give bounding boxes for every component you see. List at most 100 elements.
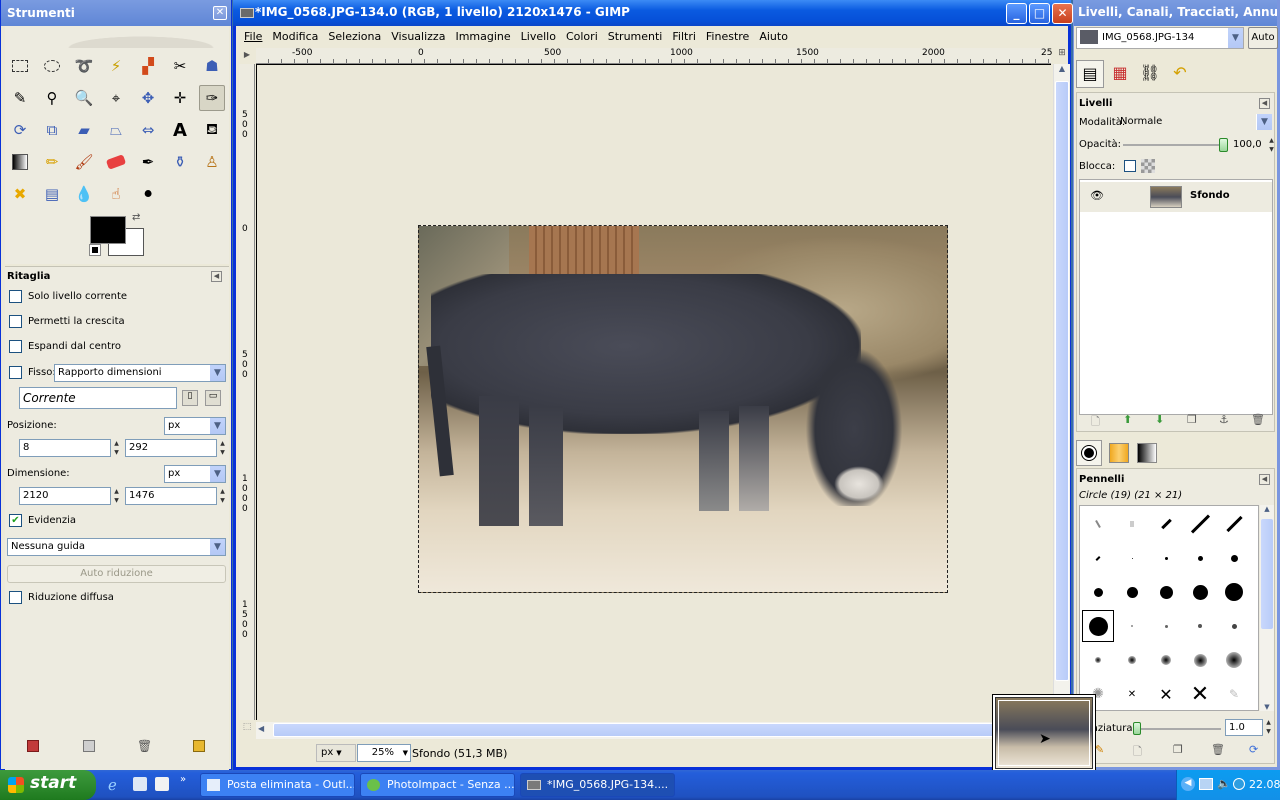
swap-colors-icon[interactable]: ⇄ [132,212,140,223]
start-button[interactable]: start [0,770,96,800]
opt-shrink-merged-checkbox[interactable] [9,590,22,604]
menu-visualizza[interactable]: Visualizza [386,26,450,43]
brush-item[interactable] [1150,508,1182,540]
scale-icon[interactable]: ⧉ [39,117,65,143]
brush-item[interactable]: ✕ [1116,678,1148,710]
tab-patterns[interactable] [1106,440,1132,466]
explorer-quicklaunch-icon[interactable] [133,777,147,791]
text-icon[interactable]: A [167,117,193,143]
new-layer-icon[interactable]: 🗋 [1091,413,1100,432]
delete-options-icon[interactable]: 🗑 [137,739,152,753]
perspective-clone-icon[interactable]: ▤ [39,181,65,207]
brush-item[interactable] [1218,610,1250,642]
brush-item-selected[interactable] [1082,610,1114,642]
scroll-left-icon[interactable]: ◀ [258,724,264,733]
eye-icon[interactable]: 👁 [1090,189,1104,202]
lock-alpha-icon[interactable] [1141,159,1155,173]
position-unit-select[interactable]: px ▼ [164,417,226,435]
vertical-scroll-thumb[interactable] [1055,81,1069,681]
opt-allow-growing[interactable]: Permetti la crescita [9,314,125,330]
guides-select[interactable]: Nessuna guida ▼ [7,538,226,556]
vertical-scrollbar[interactable]: ▲ [1053,64,1070,720]
brush-item[interactable] [1218,508,1250,540]
task-photoimpact[interactable]: PhotoImpact - Senza ... [360,773,515,797]
horizontal-scrollbar[interactable]: ◀ [256,722,1051,739]
menu-seleziona[interactable]: Seleziona [323,26,386,43]
brush-item[interactable] [1082,644,1114,676]
tab-layers[interactable]: ▤ [1076,60,1104,88]
delete-layer-icon[interactable]: 🗑 [1251,413,1265,426]
layers-titlebar[interactable]: Livelli, Canali, Tracciati, Annulla ... [1074,0,1277,26]
navigate-corner-icon[interactable]: ⊞ [1054,48,1070,64]
new-brush-icon[interactable]: 🗋 [1133,743,1142,762]
restore-options-icon[interactable] [83,740,95,752]
paintbrush-icon[interactable]: 🖌 [71,149,97,175]
save-options-icon[interactable] [27,740,39,752]
mode-select[interactable]: Normale ▼ [1117,114,1272,132]
opacity-slider-track[interactable] [1123,144,1221,146]
smudge-icon[interactable]: ☝ [103,181,129,207]
portrait-icon[interactable]: ▯ [182,390,198,406]
lower-layer-icon[interactable]: ⬇ [1155,413,1164,426]
scroll-up-icon[interactable]: ▲ [1054,64,1070,81]
volume-icon[interactable]: 🔈 [1217,777,1231,790]
menu-immagine[interactable]: Immagine [450,26,515,43]
menu-colori[interactable]: Colori [561,26,603,43]
brush-item[interactable] [1116,508,1148,540]
landscape-icon[interactable]: ▭ [205,390,221,406]
menu-filtri[interactable]: Filtri [667,26,701,43]
menu-aiuto[interactable]: Aiuto [754,26,793,43]
unit-select[interactable]: px ▼ [316,744,356,762]
measure-icon[interactable]: ⌖ [103,85,129,111]
brush-item[interactable] [1116,644,1148,676]
align-icon[interactable]: ✛ [167,85,193,111]
rotate-icon[interactable]: ⟳ [7,117,33,143]
brush-item[interactable] [1082,508,1114,540]
opt-current-layer[interactable]: Solo livello corrente [9,289,127,305]
spacing-spinner[interactable]: ▲ ▼ [1264,718,1273,736]
move-icon[interactable]: ✥ [135,85,161,111]
duplicate-layer-icon[interactable]: ❐ [1187,413,1197,426]
opt-highlight[interactable]: ✔ Evidenzia [9,513,76,529]
brush-item[interactable] [1184,508,1216,540]
ellipse-select-icon[interactable] [39,53,65,79]
ie-quicklaunch-icon[interactable]: ℯ [108,776,117,794]
scroll-down-icon[interactable]: ▼ [1260,703,1274,711]
brush-item[interactable] [1082,542,1114,574]
lock-pixels-checkbox[interactable] [1124,160,1136,172]
fuzzy-select-icon[interactable]: ⚡ [103,53,129,79]
fixed-mode-select[interactable]: Rapporto dimensioni ▼ [54,364,226,382]
brush-item[interactable] [1184,644,1216,676]
brush-item[interactable] [1184,542,1216,574]
brush-item[interactable] [1116,610,1148,642]
spacing-slider-track[interactable] [1133,728,1221,730]
size-w-spinner[interactable]: ▲ ▼ [112,487,121,505]
rect-select-icon[interactable] [7,53,33,79]
shear-icon[interactable]: ▰ [71,117,97,143]
image-select[interactable]: IMG_0568.JPG-134 ▼ [1076,27,1244,49]
raise-layer-icon[interactable]: ⬆ [1123,413,1132,426]
auto-button[interactable]: Auto [1248,27,1278,49]
opt-expand-center[interactable]: Espandi dal centro [9,339,121,355]
spacing-slider-handle[interactable] [1133,722,1141,735]
opacity-slider-handle[interactable] [1219,138,1228,152]
menu-strumenti[interactable]: Strumenti [603,26,668,43]
ink-icon[interactable]: ⚱ [167,149,193,175]
brush-item[interactable]: ✎ [1218,678,1250,710]
opt-fixed-checkbox[interactable] [9,365,22,379]
task-outlook[interactable]: Posta eliminata - Outl... [200,773,355,797]
blur-icon[interactable]: 💧 [71,181,97,207]
brush-item[interactable]: ✕ [1184,678,1216,710]
tab-brushes[interactable] [1076,440,1102,466]
opacity-value[interactable]: 100,0 [1233,137,1262,153]
brush-item[interactable] [1116,542,1148,574]
tab-paths[interactable]: ⛓ [1136,60,1164,88]
paths-icon[interactable]: ✎ [7,85,33,111]
aspect-current-field[interactable]: Corrente [19,387,177,409]
heal-icon[interactable]: ✖ [7,181,33,207]
zoom-select[interactable]: 25% ▼ [357,744,411,762]
menu-file[interactable]: File [236,26,267,43]
brush-scrollbar[interactable]: ▲ ▼ [1260,505,1274,711]
canvas-area[interactable] [256,64,1051,720]
scissors-icon[interactable]: ✂ [167,53,193,79]
